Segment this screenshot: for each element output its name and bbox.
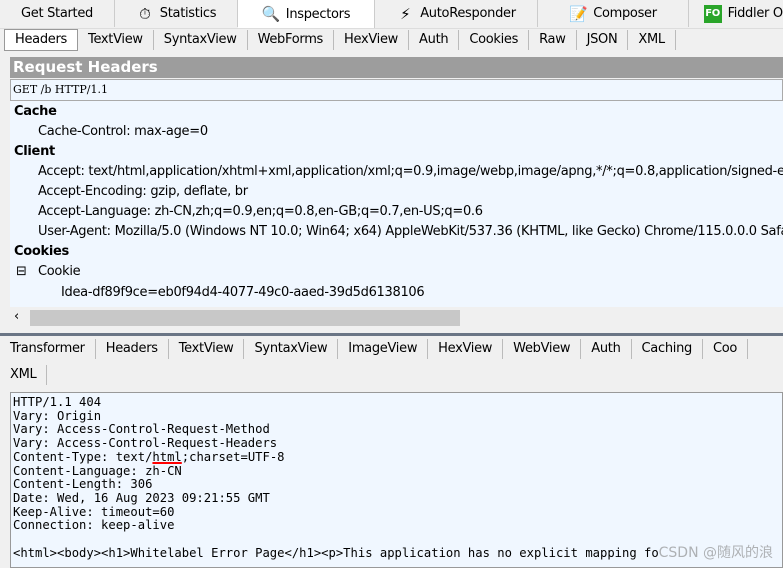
header-item[interactable]: Accept: text/html,application/xhtml+xml,… bbox=[38, 162, 783, 182]
fo-icon: FO bbox=[703, 4, 722, 23]
tab-xml[interactable]: XML bbox=[628, 30, 676, 50]
tab-label: Statistics bbox=[159, 6, 217, 21]
tab-auth[interactable]: Auth bbox=[409, 30, 460, 50]
stopwatch-icon: ⏱ bbox=[139, 4, 151, 23]
request-line: GET /b HTTP/1.1 bbox=[10, 79, 783, 101]
tab-raw[interactable]: Raw bbox=[529, 30, 577, 50]
tab-textview[interactable]: TextView bbox=[78, 30, 154, 50]
headers-tree: Cache Cache-Control: max-age=0 Client Ac… bbox=[10, 101, 783, 307]
tab-imageview[interactable]: ImageView bbox=[338, 339, 429, 359]
cookie-label[interactable]: Cookie bbox=[38, 262, 81, 282]
tab-headers[interactable]: Headers bbox=[96, 339, 169, 359]
scroll-left-icon[interactable]: ‹ bbox=[14, 309, 19, 324]
tab-json[interactable]: JSON bbox=[577, 30, 629, 50]
splitter[interactable] bbox=[0, 333, 783, 336]
tab-label: AutoResponder bbox=[420, 6, 516, 21]
tab-label: Fiddler Orc bbox=[727, 6, 783, 21]
response-body: <html><body><h1>Whitelabel Error Page</h… bbox=[13, 545, 659, 560]
tab-textview[interactable]: TextView bbox=[169, 339, 245, 359]
content-type-html: html bbox=[152, 449, 182, 464]
tab-webview[interactable]: WebView bbox=[503, 339, 582, 359]
content-type-prefix: Content-Type: text/ bbox=[13, 449, 153, 464]
compose-icon: 📝 bbox=[569, 4, 588, 23]
tab-label: Composer bbox=[593, 6, 657, 21]
tab-autoresponder[interactable]: ⚡ AutoResponder bbox=[375, 0, 538, 27]
response-tabs-row2: XML bbox=[0, 364, 48, 386]
tab-inspectors[interactable]: 🔍 Inspectors bbox=[238, 0, 375, 28]
lightning-icon: ⚡ bbox=[400, 4, 411, 23]
main-tabs: Get Started ⏱ Statistics 🔍 Inspectors ⚡ AutoRe… bbox=[0, 0, 783, 29]
tab-headers[interactable]: Headers bbox=[4, 29, 79, 51]
request-headers-title: Request Headers bbox=[10, 57, 783, 78]
tab-hexview[interactable]: HexView bbox=[334, 30, 410, 50]
tab-syntaxview[interactable]: SyntaxView bbox=[154, 30, 248, 50]
tab-transformer[interactable]: Transformer bbox=[0, 339, 96, 359]
watermark: CSDN @随风的浪 bbox=[658, 545, 773, 561]
header-item[interactable]: Cache-Control: max-age=0 bbox=[38, 122, 208, 142]
header-item[interactable]: User-Agent: Mozilla/5.0 (Windows NT 10.0… bbox=[38, 222, 783, 242]
request-tabs: Headers TextView SyntaxView WebForms HexView… bbox=[4, 29, 676, 51]
tab-auth[interactable]: Auth bbox=[581, 339, 632, 359]
tab-label: Get Started bbox=[20, 6, 93, 21]
tab-cookies[interactable]: Cookies bbox=[459, 30, 530, 50]
tab-statistics[interactable]: ⏱ Statistics bbox=[115, 0, 238, 27]
tab-hexview[interactable]: HexView bbox=[428, 339, 504, 359]
cookie-value[interactable]: Idea-df89f9ce=eb0f94d4-4077-49c0-aaed-39… bbox=[61, 283, 425, 303]
collapse-icon[interactable]: ⊟ bbox=[16, 262, 27, 282]
tab-xml[interactable]: XML bbox=[0, 365, 48, 385]
tab-get-started[interactable]: Get Started bbox=[0, 0, 115, 27]
group-cookies[interactable]: Cookies bbox=[14, 242, 69, 262]
tab-syntaxview[interactable]: SyntaxView bbox=[244, 339, 339, 359]
tab-webforms[interactable]: WebForms bbox=[248, 30, 335, 50]
header-item[interactable]: Accept-Encoding: gzip, deflate, br bbox=[38, 182, 248, 202]
header-item[interactable]: Accept-Language: zh-CN,zh;q=0.9,en;q=0.8… bbox=[38, 202, 483, 222]
tab-composer[interactable]: 📝 Composer bbox=[538, 0, 689, 27]
tab-caching[interactable]: Caching bbox=[632, 339, 703, 359]
tab-coo[interactable]: Coo bbox=[703, 339, 749, 359]
group-cache[interactable]: Cache bbox=[14, 102, 57, 122]
magnifier-icon: 🔍 bbox=[261, 5, 281, 23]
group-client[interactable]: Client bbox=[14, 142, 55, 162]
horizontal-scrollbar[interactable]: ‹ bbox=[10, 308, 783, 328]
content-type-suffix: ;charset=UTF-8 bbox=[181, 449, 285, 464]
tab-label: Inspectors bbox=[285, 6, 351, 22]
response-tabs: Transformer Headers TextView SyntaxView Imag… bbox=[0, 338, 749, 360]
scrollbar-thumb[interactable] bbox=[30, 310, 460, 326]
tab-fiddler-orc[interactable]: FO Fiddler Orc bbox=[689, 0, 783, 27]
